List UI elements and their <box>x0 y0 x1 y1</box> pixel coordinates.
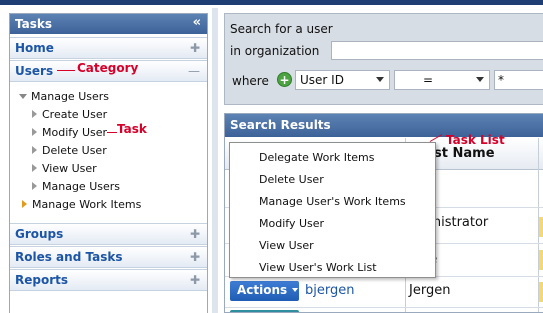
annotation-task-list: Task List <box>446 133 505 147</box>
category-users-label: Users <box>15 64 54 78</box>
category-groups[interactable]: Groups ✚ <box>10 223 207 245</box>
row-status-marker <box>539 282 543 302</box>
row-divider <box>225 307 543 308</box>
collapse-panel-icon[interactable]: « <box>193 15 201 30</box>
operator-select[interactable]: = <box>394 70 490 90</box>
annotation-line <box>107 132 117 133</box>
row-status-marker <box>539 217 543 237</box>
annotation-line <box>57 70 75 71</box>
expand-plus-icon[interactable]: ✚ <box>190 273 200 287</box>
collapsed-triangle-icon <box>32 110 37 118</box>
tree-item-view-user[interactable]: View User <box>32 162 97 180</box>
collapsed-triangle-icon <box>32 182 37 190</box>
collapsed-triangle-icon <box>32 164 37 172</box>
search-value-input[interactable]: * <box>494 70 543 90</box>
tasks-panel: Tasks « Home ✚ Users — Manage Users Crea… <box>9 13 208 313</box>
row-status-marker <box>539 250 543 270</box>
menu-item-modify-user[interactable]: Modify User <box>230 213 435 235</box>
collapse-minus-icon[interactable]: — <box>188 64 200 78</box>
column-header-extra[interactable] <box>539 138 543 170</box>
category-reports[interactable]: Reports ✚ <box>10 269 207 291</box>
actions-menu: Delegate Work Items Delete User Manage U… <box>229 142 436 278</box>
table-cell-last-name: Jergen <box>409 283 451 298</box>
tree-item-manage-users[interactable]: Manage Users <box>32 180 120 198</box>
tree-item-manage-work-items[interactable]: Manage Work Items <box>22 198 141 216</box>
user-id-link[interactable]: bjergen <box>305 283 354 298</box>
category-roles-and-tasks[interactable]: Roles and Tasks ✚ <box>10 246 207 268</box>
tree-item-manage-users-group[interactable]: Manage Users <box>19 90 109 108</box>
collapsed-triangle-icon <box>22 200 27 208</box>
menu-item-manage-users-work-items[interactable]: Manage User's Work Items <box>230 191 435 213</box>
tree-item-delete-user[interactable]: Delete User <box>32 144 107 162</box>
expand-plus-icon[interactable]: ✚ <box>190 227 200 241</box>
category-home[interactable]: Home ✚ <box>10 37 207 59</box>
tasks-panel-header: Tasks « <box>10 14 207 34</box>
search-for-user-label: Search for a user <box>230 22 333 36</box>
annotation-category: Category <box>77 61 139 75</box>
menu-item-delete-user[interactable]: Delete User <box>230 169 435 191</box>
tasks-panel-title: Tasks <box>15 17 53 31</box>
actions-dropdown-button[interactable]: Actions <box>230 281 299 301</box>
organization-input[interactable] <box>331 41 543 60</box>
category-groups-label: Groups <box>15 227 64 241</box>
annotation-task: Task <box>117 122 147 136</box>
chevron-down-icon <box>376 77 384 82</box>
add-condition-plus-icon[interactable]: + <box>277 72 292 87</box>
chevron-down-icon <box>476 77 484 82</box>
where-label: where <box>232 74 269 88</box>
menu-item-delegate-work-items[interactable]: Delegate Work Items <box>230 147 435 169</box>
menu-item-view-user[interactable]: View User <box>230 235 435 257</box>
category-home-label: Home <box>15 41 54 55</box>
search-panel: Search for a user in organization where … <box>224 13 543 105</box>
panel-splitter[interactable] <box>212 8 218 313</box>
chevron-down-icon <box>292 288 299 292</box>
in-organization-label: in organization <box>230 44 320 58</box>
category-roles-and-tasks-label: Roles and Tasks <box>15 250 123 264</box>
collapsed-triangle-icon <box>32 128 37 136</box>
expand-plus-icon[interactable]: ✚ <box>190 41 200 55</box>
collapsed-triangle-icon <box>32 146 37 154</box>
attribute-select[interactable]: User ID <box>295 70 390 90</box>
top-bar <box>0 0 543 5</box>
tree-item-modify-user[interactable]: Modify User <box>32 126 107 144</box>
expanded-triangle-icon[interactable] <box>19 94 27 99</box>
tree-item-create-user[interactable]: Create User <box>32 108 107 126</box>
category-reports-label: Reports <box>15 273 69 287</box>
expand-plus-icon[interactable]: ✚ <box>190 250 200 264</box>
menu-item-view-users-work-list[interactable]: View User's Work List <box>230 257 435 279</box>
